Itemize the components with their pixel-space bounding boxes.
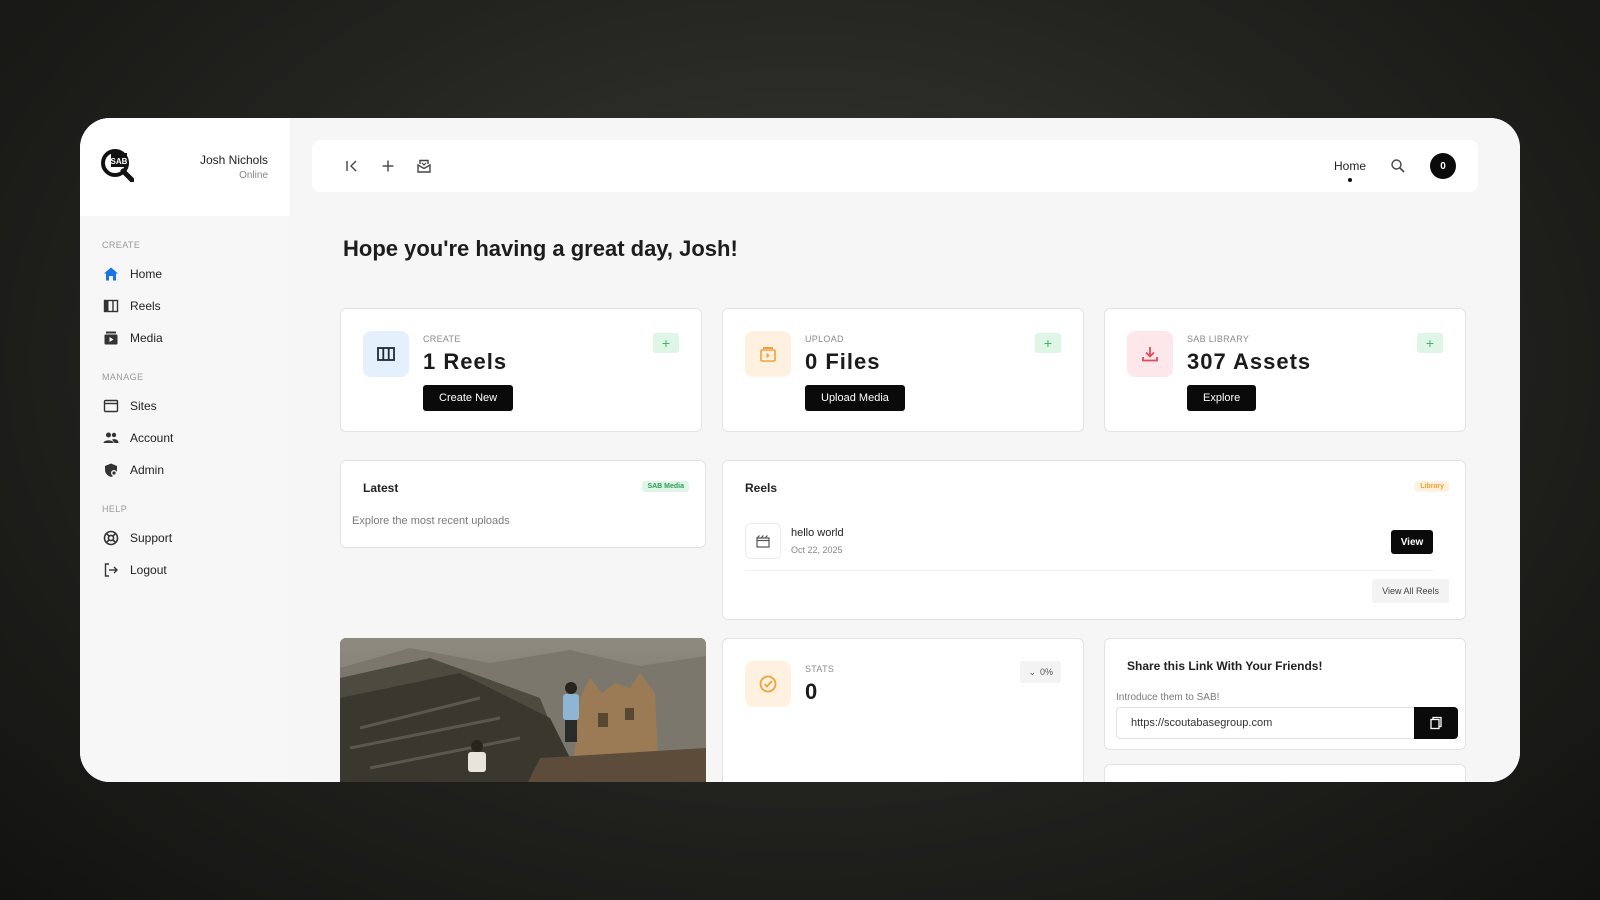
latest-card: Latest SAB Media Explore the most recent…: [340, 460, 706, 548]
sidebar: SAB Josh Nichols Online CREATE Home Reel…: [80, 118, 290, 782]
plus-icon: [382, 160, 394, 172]
sidebar-item-label: Support: [130, 531, 173, 545]
users-icon: [102, 429, 120, 447]
sidebar-item-home[interactable]: Home: [80, 258, 290, 290]
section-help-label: HELP: [102, 504, 128, 514]
nav-home-link[interactable]: Home: [1334, 159, 1366, 182]
stat-label: CREATE: [423, 334, 461, 344]
inbox-button[interactable]: [406, 148, 442, 184]
reel-title: hello world: [791, 527, 844, 539]
home-icon: [102, 265, 120, 283]
library-card: SAB LIBRARY 307 Assets Explore +: [1104, 308, 1466, 432]
upload-card: UPLOAD 0 Files Upload Media +: [722, 308, 1084, 432]
avatar[interactable]: 0: [1430, 153, 1456, 179]
upload-media-button[interactable]: Upload Media: [805, 385, 905, 411]
copy-icon: [1430, 716, 1442, 730]
sidebar-item-logout[interactable]: Logout: [80, 554, 290, 586]
share-intro: Introduce them to SAB!: [1116, 692, 1220, 703]
explore-button[interactable]: Explore: [1187, 385, 1257, 411]
latest-title: Latest: [363, 481, 399, 495]
section-create-label: CREATE: [102, 240, 141, 250]
sidebar-item-support[interactable]: Support: [80, 522, 290, 554]
inbox-icon: [417, 159, 431, 173]
trend-badge: ⌄ 0%: [1020, 661, 1061, 683]
sidebar-item-reels[interactable]: Reels: [80, 290, 290, 322]
logout-icon: [102, 561, 120, 579]
featured-image[interactable]: [340, 638, 706, 782]
add-reel-button[interactable]: +: [653, 333, 679, 353]
view-all-reels-button[interactable]: View All Reels: [1372, 579, 1449, 603]
stat-value: 0 Files: [805, 349, 881, 374]
reels-title: Reels: [745, 481, 778, 495]
top-bar-right: Home 0: [1334, 148, 1456, 184]
clapperboard-icon: [745, 523, 781, 559]
stat-value: 1 Reels: [423, 349, 508, 374]
sab-logo-icon[interactable]: SAB: [100, 148, 134, 182]
sidebar-item-label: Home: [130, 267, 163, 281]
create-new-button[interactable]: Create New: [423, 385, 514, 411]
sidebar-item-media[interactable]: Media: [80, 322, 290, 354]
share-link-field[interactable]: https://scoutabasegroup.com: [1116, 707, 1414, 739]
add-asset-button[interactable]: +: [1417, 333, 1443, 353]
stats-card: STATS 0 ⌄ 0%: [722, 638, 1084, 782]
upload-media-icon: [745, 331, 791, 377]
app-window: SAB Josh Nichols Online CREATE Home Reel…: [80, 118, 1520, 782]
next-card: [1104, 764, 1466, 782]
svg-text:SAB: SAB: [111, 157, 128, 166]
sidebar-item-sites[interactable]: Sites: [80, 390, 290, 422]
sidebar-item-admin[interactable]: Admin: [80, 454, 290, 486]
reels-card: Reels Library hello world Oct 22, 2025 V…: [722, 460, 1466, 620]
library-badge: Library: [1415, 481, 1449, 492]
stat-label: SAB LIBRARY: [1187, 334, 1250, 344]
share-card: Share this Link With Your Friends! Intro…: [1104, 638, 1466, 750]
create-card: CREATE 1 Reels Create New +: [340, 308, 702, 432]
sidebar-item-label: Reels: [130, 299, 161, 313]
reels-icon: [102, 297, 120, 315]
user-name: Josh Nichols: [199, 153, 268, 167]
user-status: Online: [239, 170, 268, 181]
sites-icon: [102, 397, 120, 415]
search-button[interactable]: [1380, 148, 1416, 184]
latest-description: Explore the most recent uploads: [352, 515, 510, 527]
lifebuoy-icon: [102, 529, 120, 547]
trend-value: 0%: [1039, 667, 1053, 677]
top-bar: Home 0: [312, 140, 1478, 192]
download-icon: [1127, 331, 1173, 377]
sab-media-badge: SAB Media: [642, 481, 689, 492]
copy-link-button[interactable]: [1414, 707, 1458, 739]
sidebar-header: SAB Josh Nichols Online: [80, 118, 290, 216]
collapse-icon: [346, 160, 357, 172]
sidebar-item-label: Admin: [130, 463, 165, 477]
list-item[interactable]: hello world Oct 22, 2025 View: [745, 521, 1433, 571]
search-icon: [1391, 159, 1405, 173]
add-button[interactable]: [370, 148, 406, 184]
page-title: Hope you're having a great day, Josh!: [343, 236, 738, 261]
share-title: Share this Link With Your Friends!: [1127, 659, 1323, 673]
mountain-photo-image: [340, 638, 706, 782]
stat-label: STATS: [805, 664, 835, 674]
check-circle-icon: [745, 661, 791, 707]
sidebar-item-label: Account: [130, 431, 174, 445]
reel-date: Oct 22, 2025: [791, 545, 843, 555]
collapse-sidebar-button[interactable]: [334, 148, 370, 184]
view-reel-button[interactable]: View: [1391, 530, 1433, 554]
sidebar-item-account[interactable]: Account: [80, 422, 290, 454]
sidebar-item-label: Media: [130, 331, 163, 345]
admin-icon: [102, 461, 120, 479]
media-icon: [102, 329, 120, 347]
main-content: Home 0 Hope you're having a great day, J…: [290, 118, 1520, 782]
add-upload-button[interactable]: +: [1035, 333, 1061, 353]
sidebar-item-label: Sites: [130, 399, 157, 413]
stat-value: 307 Assets: [1187, 349, 1312, 374]
stat-label: UPLOAD: [805, 334, 844, 344]
chevron-down-icon: ⌄: [1028, 666, 1036, 677]
reels-icon: [363, 331, 409, 377]
section-manage-label: MANAGE: [102, 372, 144, 382]
stat-value: 0: [805, 679, 819, 704]
sidebar-item-label: Logout: [130, 563, 167, 577]
